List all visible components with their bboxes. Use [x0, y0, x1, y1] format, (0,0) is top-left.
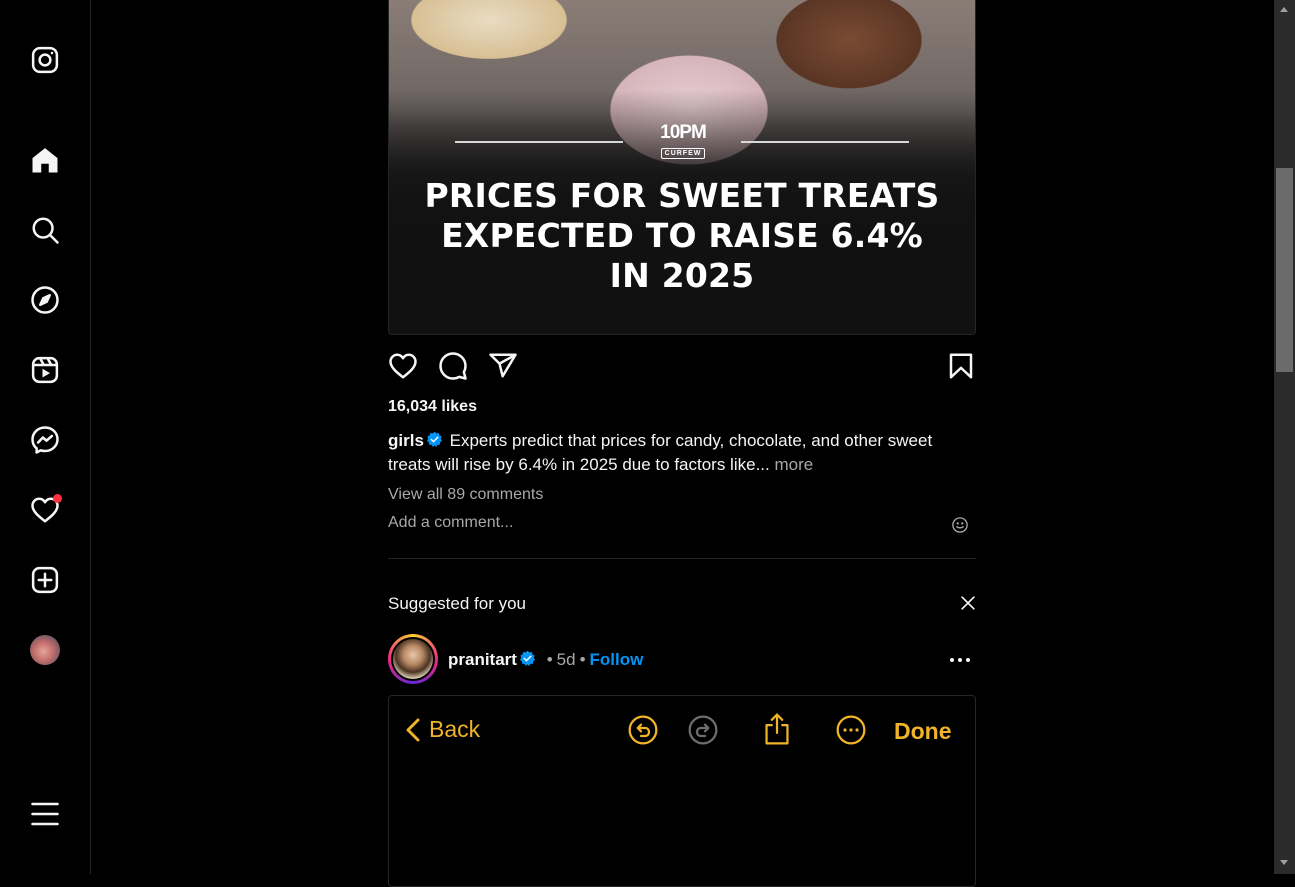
preview-done-button: Done: [894, 718, 952, 744]
caption-more-link[interactable]: more: [774, 455, 813, 474]
notification-badge: [53, 494, 62, 503]
instagram-logo-icon[interactable]: [29, 44, 61, 76]
image-headline: PRICES FOR SWEET TREATS EXPECTED TO RAIS…: [424, 176, 940, 295]
reels-icon[interactable]: [29, 354, 61, 386]
post-caption: girls Experts predict that prices for ca…: [388, 430, 976, 476]
add-comment-input[interactable]: [388, 514, 928, 532]
create-plus-icon[interactable]: [29, 564, 61, 596]
suggested-title: Suggested for you: [388, 594, 526, 613]
more-options-icon[interactable]: [948, 652, 972, 673]
avatar: [30, 635, 60, 665]
scroll-down-icon[interactable]: [1280, 860, 1288, 865]
sidebar: [0, 0, 91, 874]
suggested-username[interactable]: pranitart: [448, 650, 517, 669]
caption-username[interactable]: girls: [388, 431, 424, 450]
separator-dot: •: [579, 650, 586, 669]
emoji-icon[interactable]: [951, 516, 969, 539]
close-icon[interactable]: [958, 593, 978, 618]
notifications-heart-icon[interactable]: [29, 494, 62, 526]
chevron-left-icon: [406, 718, 420, 741]
suggested-post-header: pranitart • 5d • Follow: [448, 650, 643, 672]
caption-text: Experts predict that prices for candy, c…: [388, 431, 933, 474]
suggested-post-media[interactable]: Back Done: [388, 695, 976, 887]
scroll-thumb[interactable]: [1276, 168, 1293, 372]
comment-bubble-icon[interactable]: [438, 351, 468, 386]
page-scrollbar[interactable]: [1274, 0, 1295, 874]
post-time: 5d: [556, 650, 576, 669]
profile-avatar[interactable]: [29, 634, 61, 666]
verified-badge-icon: [426, 431, 443, 454]
scroll-up-icon[interactable]: [1280, 7, 1288, 12]
redo-icon: [687, 714, 719, 751]
separator-dot: •: [546, 650, 553, 669]
explore-compass-icon[interactable]: [29, 284, 61, 316]
suggested-avatar[interactable]: [388, 634, 438, 684]
share-upload-icon: [761, 712, 793, 751]
menu-hamburger-icon[interactable]: [29, 798, 61, 830]
home-icon[interactable]: [29, 144, 61, 176]
search-icon[interactable]: [29, 214, 61, 246]
save-bookmark-icon[interactable]: [946, 351, 976, 386]
verified-badge-icon: [519, 650, 536, 672]
messenger-icon[interactable]: [29, 424, 61, 456]
preview-back-button: Back: [405, 716, 480, 743]
more-circle-icon: [835, 714, 867, 751]
share-send-icon[interactable]: [488, 351, 518, 386]
brand-logo: 10PM CURFEW: [660, 122, 707, 159]
section-divider: [388, 558, 976, 559]
view-all-comments-link[interactable]: View all 89 comments: [388, 486, 543, 504]
likes-count[interactable]: 16,034 likes: [388, 398, 477, 416]
post-image[interactable]: 10PM CURFEW PRICES FOR SWEET TREATS EXPE…: [388, 0, 976, 335]
follow-button[interactable]: Follow: [590, 650, 644, 669]
avatar: [393, 639, 433, 679]
like-heart-icon[interactable]: [388, 351, 418, 386]
undo-icon: [627, 714, 659, 751]
